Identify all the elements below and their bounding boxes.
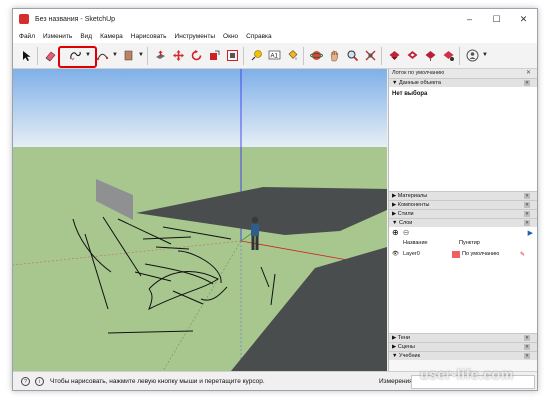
- zoom-extents-icon[interactable]: [363, 48, 378, 63]
- maximize-button[interactable]: ☐: [483, 9, 510, 29]
- warehouse-icon[interactable]: [387, 48, 402, 63]
- arc-icon[interactable]: [95, 48, 110, 63]
- tape-measure-icon[interactable]: [249, 48, 264, 63]
- section-components[interactable]: ▶ Компоненты ✕: [389, 200, 537, 209]
- minimize-button[interactable]: –: [456, 9, 483, 29]
- layers-table-header: Название Пунктир: [389, 238, 537, 248]
- watermark: user-life.com: [420, 366, 514, 382]
- delete-layer-icon[interactable]: ⊖: [403, 228, 410, 237]
- shapes-dropdown-icon[interactable]: ▼: [138, 52, 144, 58]
- layer-name[interactable]: Layer0: [403, 251, 452, 257]
- section-materials[interactable]: ▶ Материалы ✕: [389, 191, 537, 200]
- move-icon[interactable]: [171, 48, 186, 63]
- collapse-icon: ▼: [392, 220, 399, 226]
- add-layer-icon[interactable]: ⊕: [392, 228, 399, 237]
- layer-row[interactable]: 👁 Layer0 По умолчанию ✎: [389, 248, 537, 260]
- layer-dashes[interactable]: По умолчанию: [462, 251, 520, 257]
- account-dropdown-icon[interactable]: ▼: [482, 52, 488, 58]
- column-dashes[interactable]: Пунктир: [459, 240, 480, 246]
- info-icon[interactable]: i: [35, 377, 44, 386]
- title-bar: Без названия - SketchUp – ☐ ✕: [13, 9, 537, 29]
- menu-view[interactable]: Вид: [80, 33, 92, 40]
- select-icon[interactable]: [19, 48, 34, 63]
- menu-file[interactable]: Файл: [19, 33, 35, 40]
- offset-icon[interactable]: [225, 48, 240, 63]
- zoom-icon[interactable]: [345, 48, 360, 63]
- visibility-eye-icon[interactable]: 👁: [389, 251, 403, 257]
- section-close-icon[interactable]: ✕: [524, 344, 530, 350]
- scale-icon[interactable]: [207, 48, 222, 63]
- collapse-icon: ▼: [392, 353, 399, 359]
- menu-bar: Файл Изменить Вид Камера Нарисовать Инст…: [13, 29, 537, 43]
- menu-edit[interactable]: Изменить: [43, 33, 72, 40]
- default-tray: Лоток по умолчанию ✕ ▼ Данные объекта ✕ …: [388, 69, 537, 371]
- menu-draw[interactable]: Нарисовать: [131, 33, 167, 40]
- section-close-icon[interactable]: ✕: [524, 193, 530, 199]
- help-icon[interactable]: ?: [21, 377, 30, 386]
- tray-close-icon[interactable]: ✕: [526, 69, 531, 78]
- pan-icon[interactable]: [327, 48, 342, 63]
- drawing-viewport[interactable]: [13, 69, 387, 371]
- layout-icon[interactable]: [423, 48, 438, 63]
- eraser-icon[interactable]: [43, 48, 58, 63]
- section-entity-info[interactable]: ▼ Данные объекта ✕: [389, 78, 537, 87]
- layer-toolbar: ⊕ ⊖ ▶: [389, 227, 537, 238]
- menu-window[interactable]: Окно: [223, 33, 238, 40]
- svg-text:A1: A1: [271, 54, 279, 60]
- paint-bucket-icon[interactable]: [285, 48, 300, 63]
- section-layers[interactable]: ▼ Слои ✕: [389, 218, 537, 227]
- measurements-label: Измерения: [379, 378, 413, 385]
- push-pull-icon[interactable]: [153, 48, 168, 63]
- window-title: Без названия - SketchUp: [35, 15, 116, 23]
- layer-details-icon[interactable]: ▶: [528, 229, 533, 237]
- close-button[interactable]: ✕: [510, 9, 537, 29]
- section-instructor[interactable]: ▼ Учебник ✕: [389, 351, 537, 360]
- sketchup-window: Без названия - SketchUp – ☐ ✕ Файл Измен…: [12, 8, 538, 391]
- layer-color-swatch[interactable]: [452, 250, 460, 258]
- column-name[interactable]: Название: [403, 240, 459, 246]
- freehand-tool-highlight: [58, 46, 97, 68]
- section-close-icon[interactable]: ✕: [524, 80, 530, 86]
- arc-dropdown-icon[interactable]: ▼: [112, 52, 118, 58]
- text-icon[interactable]: A1: [267, 48, 282, 63]
- menu-help[interactable]: Справка: [246, 33, 272, 40]
- section-close-icon[interactable]: ✕: [524, 353, 530, 359]
- section-scenes[interactable]: ▶ Сцены ✕: [389, 342, 537, 351]
- section-close-icon[interactable]: ✕: [524, 202, 530, 208]
- rotate-icon[interactable]: [189, 48, 204, 63]
- extension-warehouse-icon[interactable]: [405, 48, 420, 63]
- rectangle-icon[interactable]: [121, 48, 136, 63]
- collapse-icon: ▼: [392, 80, 399, 86]
- sky: [13, 69, 387, 147]
- account-icon[interactable]: [465, 48, 480, 63]
- share-model-icon[interactable]: [441, 48, 456, 63]
- status-message: Чтобы нарисовать, нажмите левую кнопку м…: [50, 378, 265, 385]
- selection-status: Нет выбора: [389, 87, 537, 113]
- menu-tools[interactable]: Инструменты: [175, 33, 216, 40]
- orbit-icon[interactable]: [309, 48, 324, 63]
- sketchup-logo-icon: [19, 14, 29, 24]
- section-close-icon[interactable]: ✕: [524, 220, 530, 226]
- section-styles[interactable]: ▶ Стили ✕: [389, 209, 537, 218]
- section-shadows[interactable]: ▶ Тени ✕: [389, 333, 537, 342]
- edit-pencil-icon[interactable]: ✎: [520, 251, 525, 258]
- tray-title: Лоток по умолчанию: [392, 70, 445, 76]
- section-close-icon[interactable]: ✕: [524, 335, 530, 341]
- menu-camera[interactable]: Камера: [100, 33, 123, 40]
- section-close-icon[interactable]: ✕: [524, 211, 530, 217]
